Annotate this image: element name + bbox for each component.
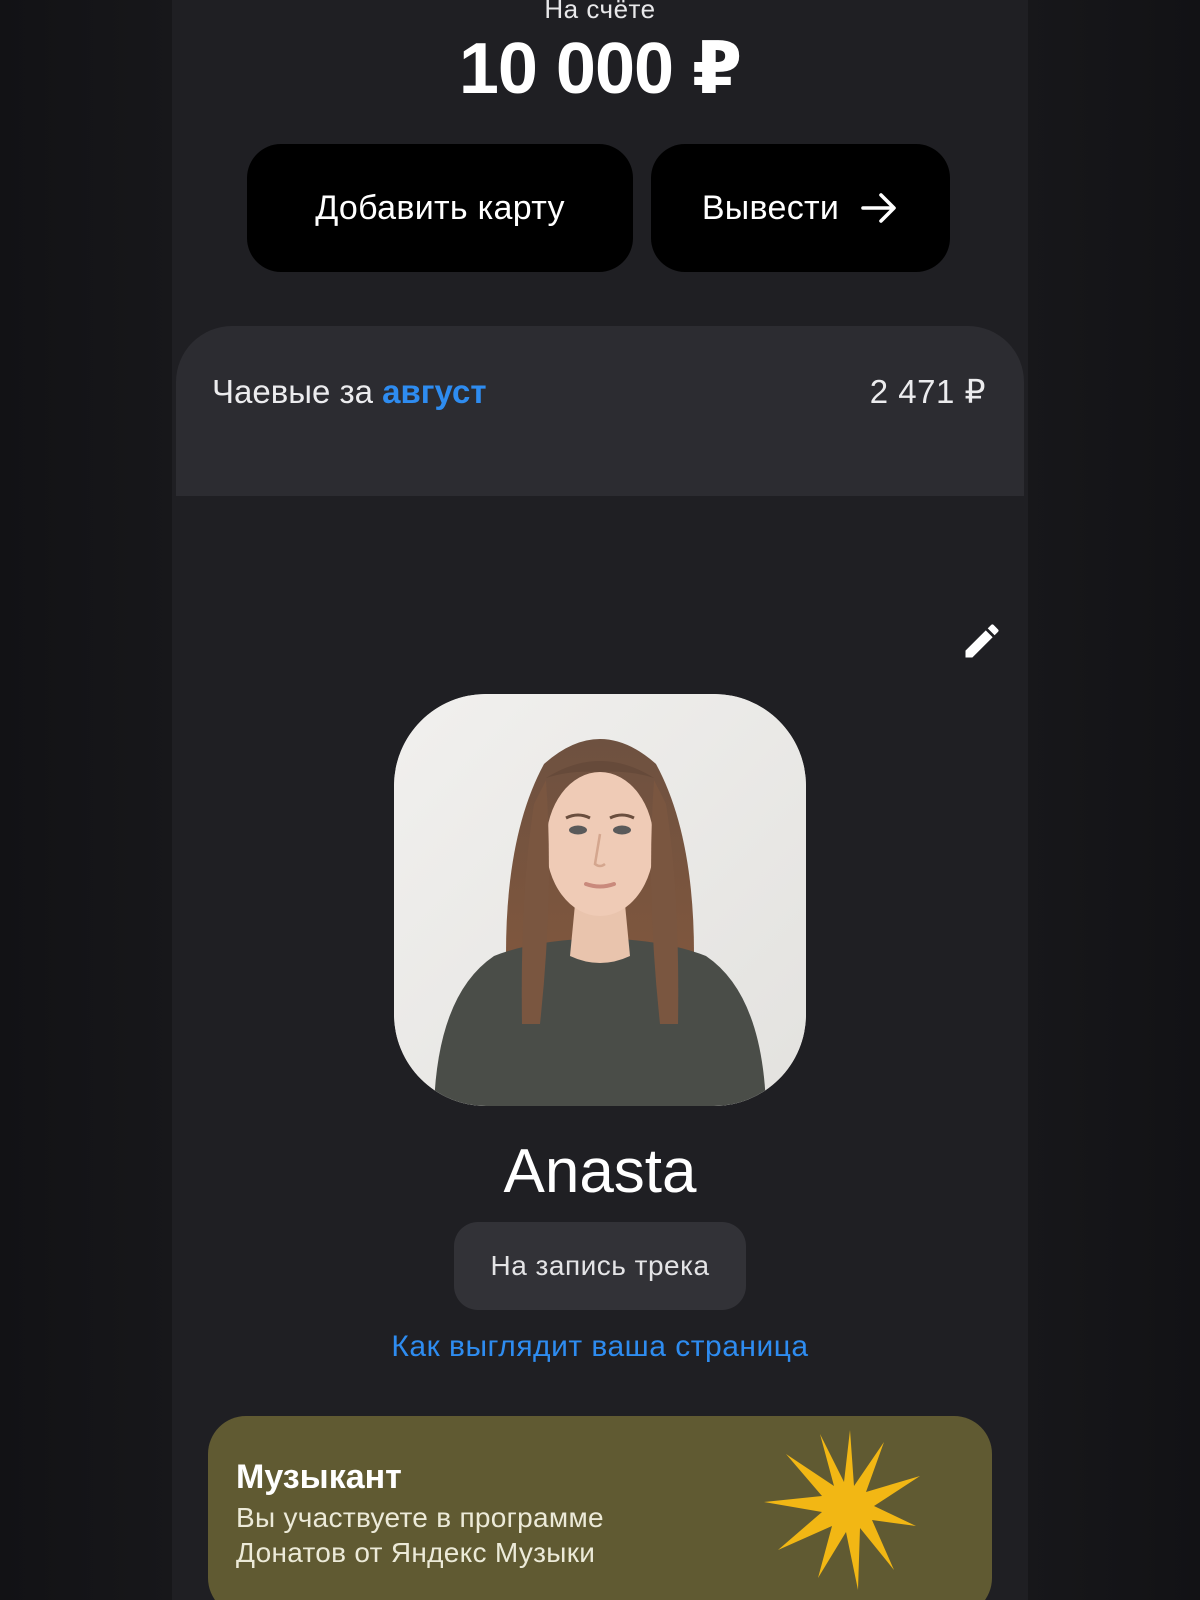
profile-name: Anasta bbox=[503, 1137, 697, 1206]
withdraw-label: Вывести bbox=[701, 188, 840, 227]
add-card-label: Добавить карту bbox=[315, 188, 565, 227]
add-card-button[interactable]: Добавить карту bbox=[247, 144, 633, 272]
balance-amount: 10 000 ₽ bbox=[458, 29, 742, 109]
star-burst-icon bbox=[764, 1430, 920, 1590]
pencil-icon[interactable] bbox=[960, 619, 1004, 663]
tips-amount: 2 471 ₽ bbox=[869, 373, 986, 410]
app-screen: На счёте 10 000 ₽ Добавить карту Вывести… bbox=[172, 0, 1028, 1600]
avatar[interactable] bbox=[394, 694, 806, 1106]
withdraw-button[interactable]: Вывести bbox=[651, 144, 950, 272]
program-banner[interactable]: Музыкант Вы участвуете в программе Донат… bbox=[208, 1416, 992, 1600]
right-backdrop bbox=[1028, 0, 1200, 1600]
arrow-right-icon bbox=[861, 193, 896, 223]
goal-tag[interactable]: На запись трека bbox=[454, 1222, 746, 1310]
goal-tag-label: На запись трека bbox=[490, 1250, 710, 1281]
avatar-photo bbox=[394, 694, 806, 1106]
program-title: Музыкант bbox=[236, 1458, 402, 1496]
left-backdrop bbox=[0, 0, 172, 1600]
tips-month-selector[interactable]: август bbox=[382, 373, 486, 410]
tips-title: Чаевые за август bbox=[212, 373, 487, 411]
tips-prefix: Чаевые за bbox=[212, 372, 373, 410]
page-preview-link[interactable]: Как выглядит ваша страница bbox=[172, 1330, 1028, 1364]
balance-label: На счёте bbox=[544, 0, 656, 24]
tips-row: Чаевые за август 2 471 ₽ bbox=[212, 372, 986, 411]
program-description: Вы участвуете в программе Донатов от Янд… bbox=[236, 1502, 604, 1568]
tips-card[interactable]: Чаевые за август 2 471 ₽ bbox=[176, 326, 1024, 496]
